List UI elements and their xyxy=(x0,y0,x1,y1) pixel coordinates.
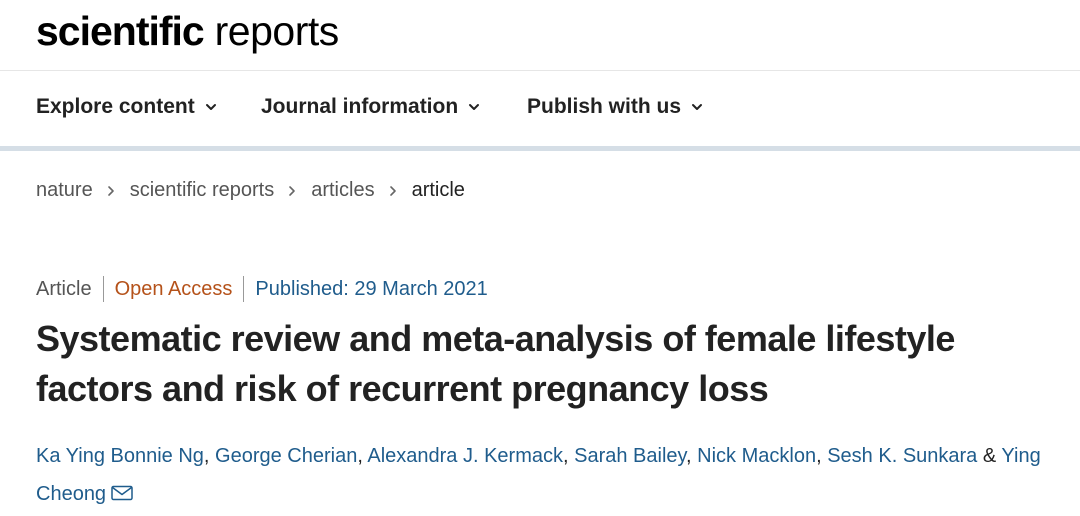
nav-publish-with-us[interactable]: Publish with us xyxy=(527,95,703,119)
nav-journal-information[interactable]: Journal information xyxy=(261,95,480,119)
article-title: Systematic review and meta-analysis of f… xyxy=(36,318,955,409)
nav-label: Publish with us xyxy=(527,95,682,118)
breadcrumb-item-scientific-reports[interactable]: scientific reports xyxy=(130,179,275,202)
author-list: Ka Ying Bonnie Ng, George Cherian, Alexa… xyxy=(36,437,1066,513)
breadcrumb-item-current: article xyxy=(411,179,465,201)
logo-bold-text: scientific xyxy=(36,8,205,54)
chevron-down-icon xyxy=(692,104,703,110)
nav-explore-content[interactable]: Explore content xyxy=(36,95,217,119)
author-link[interactable]: Ka Ying Bonnie Ng xyxy=(36,445,204,467)
breadcrumb-item-nature[interactable]: nature xyxy=(36,179,93,202)
mail-icon[interactable] xyxy=(111,485,133,501)
header-divider xyxy=(0,146,1080,151)
logo-light-text: reports xyxy=(214,8,340,54)
chevron-right-icon xyxy=(389,185,396,196)
meta-divider xyxy=(243,276,245,302)
journal-logo[interactable]: scientific reports xyxy=(36,8,339,55)
article-type: Article xyxy=(36,277,92,300)
meta-divider xyxy=(102,276,104,302)
author-separator: , xyxy=(203,445,216,467)
author-link[interactable]: Nick Macklon xyxy=(697,445,816,467)
site-header: scientific reports xyxy=(0,0,1080,71)
chevron-down-icon xyxy=(205,104,216,110)
published-date: Published: 29 March 2021 xyxy=(255,277,488,300)
author-link[interactable]: George Cherian xyxy=(215,445,357,467)
author-link[interactable]: Sesh K. Sunkara xyxy=(827,445,977,467)
author-separator: , xyxy=(563,445,575,467)
author-link[interactable]: Alexandra J. Kermack xyxy=(367,445,563,467)
chevron-right-icon xyxy=(289,185,296,196)
author-separator: , xyxy=(816,445,828,467)
nav-label: Explore content xyxy=(36,95,195,118)
author-separator: , xyxy=(357,445,368,467)
author-final-joiner: & xyxy=(977,445,1002,467)
author-link[interactable]: Sarah Bailey xyxy=(574,445,686,467)
chevron-right-icon xyxy=(107,185,114,196)
author-separator: , xyxy=(686,445,698,467)
chevron-down-icon xyxy=(469,104,480,110)
article-meta: Article Open Access Published: 29 March … xyxy=(36,276,488,302)
breadcrumb: nature scientific reports articles artic… xyxy=(36,179,465,202)
open-access-label: Open Access xyxy=(114,277,233,300)
main-navigation: Explore content Journal information Publ… xyxy=(0,71,1080,147)
breadcrumb-item-articles[interactable]: articles xyxy=(311,179,374,202)
nav-label: Journal information xyxy=(261,95,459,118)
